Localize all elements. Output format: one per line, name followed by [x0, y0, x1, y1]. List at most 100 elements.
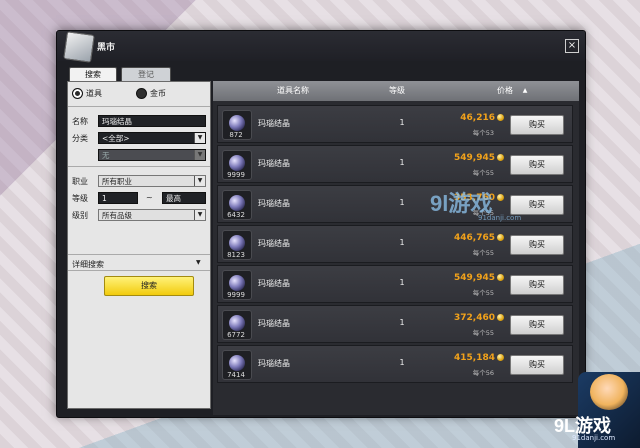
unit-price: 每个56 [472, 369, 494, 377]
category-value: <全部> [102, 134, 130, 143]
coin-icon [497, 234, 504, 241]
unit-price: 每个55 [472, 329, 494, 337]
coin-icon [497, 314, 504, 321]
category-dropdown[interactable]: <全部> ▼ [98, 132, 206, 144]
chevron-down-icon: ▼ [194, 133, 205, 143]
job-label: 职业 [72, 177, 88, 186]
grade-value: 所有品级 [102, 211, 132, 220]
table-row[interactable]: 9999 玛瑙结晶 1 549,945 每个55 购买 [217, 265, 573, 303]
item-slot[interactable]: 872 [222, 110, 252, 140]
agate-crystal-icon [229, 275, 245, 291]
unit-price: 每个55 [472, 169, 494, 177]
item-level: 1 [399, 358, 405, 367]
level-label: 等级 [72, 194, 88, 203]
unit-price: 每个55 [472, 289, 494, 297]
item-name: 玛瑙结晶 [258, 159, 290, 168]
name-input[interactable]: 玛瑙结晶 [98, 115, 206, 127]
agate-crystal-icon [229, 155, 245, 171]
item-name: 玛瑙结晶 [258, 319, 290, 328]
buy-button[interactable]: 购买 [510, 275, 564, 295]
level-range-tilde: ~ [146, 193, 153, 202]
item-slot[interactable]: 9999 [222, 150, 252, 180]
item-quantity: 9999 [227, 171, 245, 179]
coin-icon [497, 194, 504, 201]
table-row[interactable]: 872 玛瑙结晶 1 46,216 每个53 购买 [217, 105, 573, 143]
close-button[interactable]: × [565, 39, 579, 53]
item-level: 1 [399, 238, 405, 247]
unit-price: 每个53 [472, 129, 494, 137]
agate-crystal-icon [229, 195, 245, 211]
radio-gold[interactable]: 金币 [136, 88, 166, 100]
mascot-icon [590, 374, 628, 410]
coin-icon [497, 114, 504, 121]
subcategory-dropdown: 无 ▼ [98, 149, 206, 161]
agate-crystal-icon [229, 315, 245, 331]
chevron-down-icon: ▼ [194, 150, 205, 160]
item-slot[interactable]: 6772 [222, 310, 252, 340]
price-value: 446,765 [454, 233, 495, 243]
level-max-input[interactable]: 最高 [162, 192, 206, 204]
table-row[interactable]: 8123 玛瑙结晶 1 446,765 每个55 购买 [217, 225, 573, 263]
results-table: 道具名称 等级 价格 ▲ 872 玛瑙结晶 1 46,216 每个53 购买 9999 玛瑙结… [213, 81, 579, 415]
type-radio-group: 道具 金币 [72, 88, 204, 100]
item-slot[interactable]: 6432 [222, 190, 252, 220]
price-value: 372,460 [454, 313, 495, 323]
item-slot[interactable]: 7414 [222, 350, 252, 380]
level-min-input[interactable]: 1 [98, 192, 138, 204]
agate-crystal-icon [229, 355, 245, 371]
watermark-brand-url: 91danji.com [572, 434, 616, 442]
buy-button[interactable]: 购买 [510, 315, 564, 335]
item-slot[interactable]: 8123 [222, 230, 252, 260]
table-row[interactable]: 7414 玛瑙结晶 1 415,184 每个56 购买 [217, 345, 573, 383]
item-slot[interactable]: 9999 [222, 270, 252, 300]
search-panel: 道具 金币 名称 玛瑙结晶 分类 <全部> ▼ 无 ▼ 职业 所有职业 ▼ 等级… [67, 81, 211, 409]
job-dropdown[interactable]: 所有职业 ▼ [98, 175, 206, 187]
unit-price: 每个55 [472, 249, 494, 257]
item-level: 1 [399, 198, 405, 207]
buy-button[interactable]: 购买 [510, 195, 564, 215]
buy-button[interactable]: 购买 [510, 155, 564, 175]
item-price: 446,765 [454, 233, 504, 243]
column-header-name[interactable]: 道具名称 [233, 81, 353, 101]
item-level: 1 [399, 118, 405, 127]
item-price: 549,945 [454, 273, 504, 283]
item-name: 玛瑙结晶 [258, 199, 290, 208]
agate-crystal-icon [229, 235, 245, 251]
radio-item[interactable]: 道具 [72, 88, 102, 100]
item-level: 1 [399, 278, 405, 287]
item-quantity: 6772 [227, 331, 245, 339]
coin-icon [497, 154, 504, 161]
divider [68, 254, 210, 255]
caret-down-icon: ▼ [196, 259, 201, 266]
item-quantity: 7414 [227, 371, 245, 379]
divider [68, 270, 210, 271]
category-label: 分类 [72, 134, 88, 143]
divider [68, 106, 210, 107]
black-market-window: 黑市 × 搜索 登记 道具 金币 名称 玛瑙结晶 分类 <全部> ▼ 无 ▼ 职… [56, 30, 586, 418]
search-button[interactable]: 搜索 [104, 276, 194, 296]
column-header-level[interactable]: 等级 [375, 81, 419, 101]
table-row[interactable]: 6772 玛瑙结晶 1 372,460 每个55 购买 [217, 305, 573, 343]
job-value: 所有职业 [102, 177, 132, 186]
market-box-icon [63, 31, 95, 63]
buy-button[interactable]: 购买 [510, 235, 564, 255]
coin-icon [497, 354, 504, 361]
grade-dropdown[interactable]: 所有品级 ▼ [98, 209, 206, 221]
tab-register[interactable]: 登记 [121, 67, 171, 82]
agate-crystal-icon [229, 115, 245, 131]
watermark-badge: 9L游戏 91danji.com [554, 372, 640, 448]
radio-checked-icon [72, 88, 83, 99]
subcategory-value: 无 [102, 151, 110, 160]
detail-search-label: 详细搜索 [72, 260, 104, 269]
radio-gold-label: 金币 [150, 89, 166, 98]
item-quantity: 6432 [227, 211, 245, 219]
item-price: 415,184 [454, 353, 504, 363]
buy-button[interactable]: 购买 [510, 355, 564, 375]
window-title: 黑市 [97, 43, 116, 53]
detail-search-toggle[interactable]: 详细搜索 ▼ [68, 258, 208, 270]
buy-button[interactable]: 购买 [510, 115, 564, 135]
tab-search[interactable]: 搜索 [69, 67, 117, 82]
grade-label: 级别 [72, 211, 88, 220]
title-bar[interactable]: 黑市 × [57, 31, 585, 63]
table-row[interactable]: 9999 玛瑙结晶 1 549,945 每个55 购买 [217, 145, 573, 183]
